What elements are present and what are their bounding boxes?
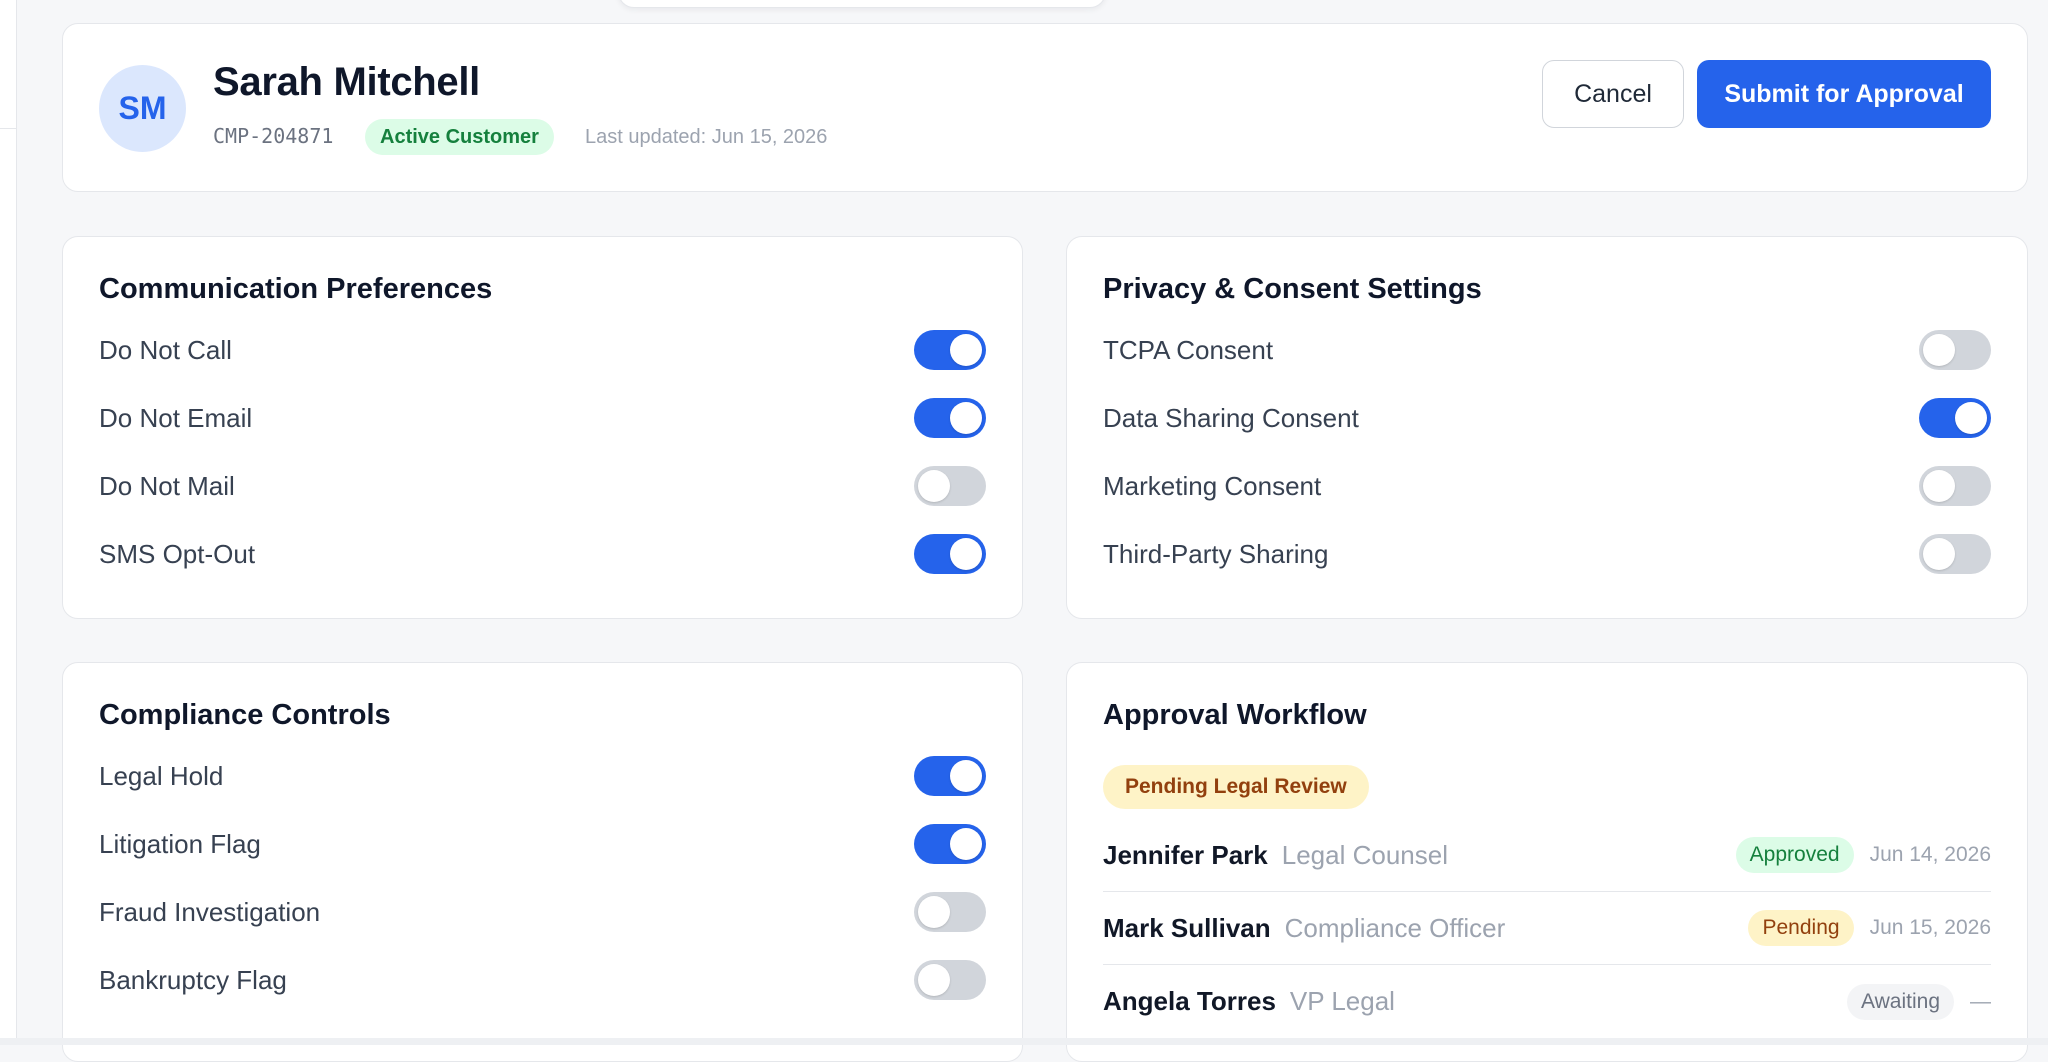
toggle-knob [950,760,982,792]
toggle-label: Do Not Mail [99,470,235,501]
communication-preferences-card: Communication Preferences Do Not Call Do… [62,236,1023,619]
floating-toolbar [618,0,1106,8]
toggle-knob [918,896,950,928]
litigation-flag-toggle[interactable] [914,824,986,864]
toggle-row-data-sharing-consent: Data Sharing Consent [1103,398,1991,438]
privacy-consent-card: Privacy & Consent Settings TCPA Consent … [1066,236,2028,619]
card-title: Communication Preferences [99,273,493,305]
toggle-knob [950,538,982,570]
toggle-label: Bankruptcy Flag [99,964,287,995]
toggle-row-do-not-call: Do Not Call [99,330,986,370]
toggle-knob [918,964,950,996]
toggle-row-third-party-sharing: Third-Party Sharing [1103,534,1991,574]
toggle-knob [950,402,982,434]
workflow-status-badge: Pending Legal Review [1103,765,1369,809]
toggle-label: Data Sharing Consent [1103,402,1359,433]
do-not-mail-toggle[interactable] [914,466,986,506]
bottom-edge [0,1038,2048,1045]
approver-role: VP Legal [1289,986,1395,1016]
card-title: Privacy & Consent Settings [1103,273,1482,305]
toggle-label: Do Not Call [99,334,232,365]
toggle-label: Marketing Consent [1103,470,1322,501]
toggle-row-litigation-flag: Litigation Flag [99,824,986,864]
toggle-row-legal-hold: Legal Hold [99,756,986,796]
toggle-row-bankruptcy-flag: Bankruptcy Flag [99,960,986,1000]
approval-status-badge: Approved [1735,837,1854,873]
sms-opt-out-toggle[interactable] [914,534,986,574]
rail-divider [0,128,17,129]
last-updated: Last updated: Jun 15, 2026 [585,126,828,148]
approver-row: Mark Sullivan Compliance Officer Pending… [1103,892,1991,965]
toggle-knob [950,334,982,366]
third-party-sharing-toggle[interactable] [1919,534,1991,574]
approver-role: Legal Counsel [1281,839,1448,870]
toggle-knob [1955,402,1987,434]
toggle-knob [918,470,950,502]
card-title: Approval Workflow [1103,699,1367,731]
customer-name: Sarah Mitchell [213,60,480,104]
approver-row: Jennifer Park Legal Counsel Approved Jun… [1103,819,1991,892]
cancel-button[interactable]: Cancel [1542,60,1684,128]
toggle-label: Legal Hold [99,760,224,791]
approval-workflow-card: Approval Workflow Pending Legal Review J… [1066,662,2028,1062]
submit-for-approval-button[interactable]: Submit for Approval [1697,60,1991,128]
bankruptcy-flag-toggle[interactable] [914,960,986,1000]
toggle-row-do-not-mail: Do Not Mail [99,466,986,506]
tcpa-consent-toggle[interactable] [1919,330,1991,370]
left-rail [0,0,17,1045]
customer-id: CMP-204871 [213,124,334,148]
toggle-row-do-not-email: Do Not Email [99,398,986,438]
toggle-label: SMS Opt-Out [99,538,256,569]
compliance-controls-card: Compliance Controls Legal Hold Litigatio… [62,662,1023,1062]
marketing-consent-toggle[interactable] [1919,466,1991,506]
do-not-email-toggle[interactable] [914,398,986,438]
approver-name: Mark Sullivan [1103,912,1271,943]
toggle-knob [1923,538,1955,570]
toggle-label: Fraud Investigation [99,896,321,927]
legal-hold-toggle[interactable] [914,756,986,796]
fraud-investigation-toggle[interactable] [914,892,986,932]
approval-date: Jun 15, 2026 [1869,916,1991,939]
toggle-label: Litigation Flag [99,828,261,859]
approval-date: Jun 14, 2026 [1869,843,1991,866]
toggle-knob [1923,470,1955,502]
approval-date: — [1970,989,1991,1013]
data-sharing-consent-toggle[interactable] [1919,398,1991,438]
toggle-knob [1923,334,1955,366]
do-not-call-toggle[interactable] [914,330,986,370]
card-title: Compliance Controls [99,699,391,731]
approval-status-badge: Awaiting [1847,983,1954,1020]
status-badge: Active Customer [365,119,554,155]
avatar: SM [99,65,186,152]
approver-name: Jennifer Park [1103,839,1268,870]
toggle-label: Do Not Email [99,402,253,433]
toggle-label: TCPA Consent [1103,334,1274,365]
toggle-label: Third-Party Sharing [1103,538,1329,569]
toggle-knob [950,828,982,860]
toggle-row-sms-opt-out: SMS Opt-Out [99,534,986,574]
approver-role: Compliance Officer [1284,912,1506,943]
approver-name: Angela Torres [1103,986,1276,1016]
toggle-row-fraud-investigation: Fraud Investigation [99,892,986,932]
toggle-row-tcpa-consent: TCPA Consent [1103,330,1991,370]
toggle-row-marketing-consent: Marketing Consent [1103,466,1991,506]
approval-status-badge: Pending [1748,910,1854,946]
approver-row: Angela Torres VP Legal Awaiting — [1103,965,1991,1038]
customer-header: SM Sarah Mitchell CMP-204871 Active Cust… [62,23,2028,192]
